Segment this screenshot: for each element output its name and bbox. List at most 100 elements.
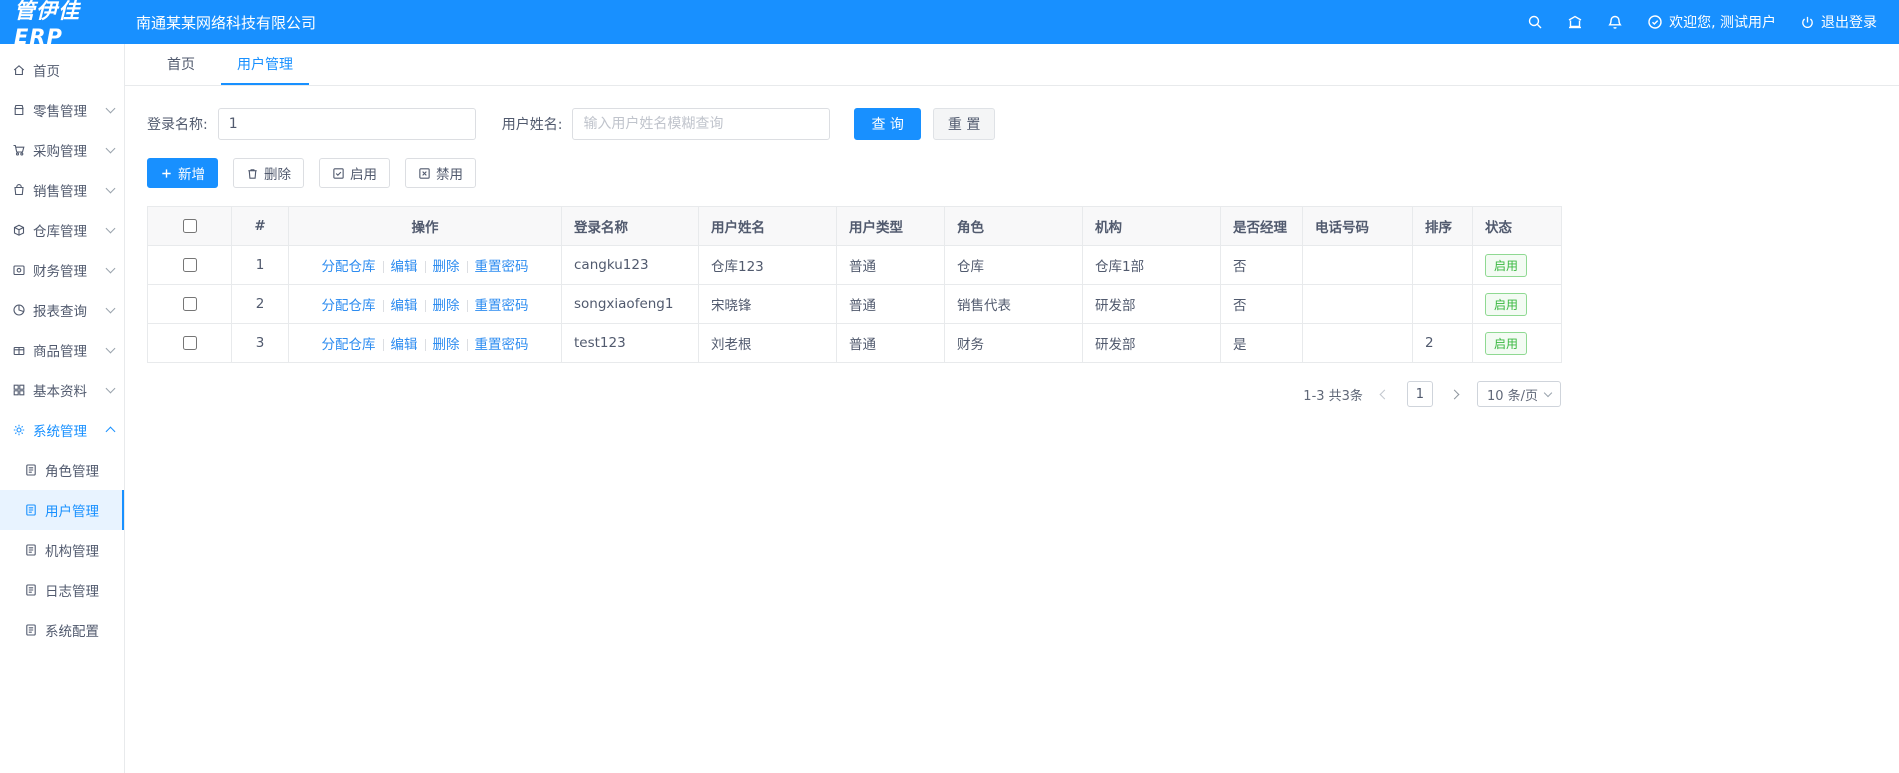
- home-icon[interactable]: [1567, 14, 1583, 30]
- enable-button-label: 启用: [350, 167, 377, 183]
- add-button-label: 新增: [178, 167, 205, 183]
- document-icon: [26, 584, 36, 596]
- assign-warehouse-link[interactable]: 分配仓库: [322, 337, 376, 353]
- search-icon[interactable]: [1527, 14, 1543, 30]
- col-login-name: 登录名称: [561, 206, 699, 246]
- reset-password-link[interactable]: 重置密码: [475, 259, 529, 275]
- sidebar-subitem-log[interactable]: 日志管理: [0, 570, 124, 610]
- status-badge[interactable]: 启用: [1485, 331, 1528, 355]
- search-button[interactable]: 查 询: [854, 108, 921, 140]
- system-submenu: 角色管理 用户管理 机构管理 日志管理 系统配置: [0, 450, 124, 650]
- row-checkbox[interactable]: [183, 336, 197, 350]
- row-checkbox[interactable]: [183, 258, 197, 272]
- app-header: 管伊佳ERP 南通某某网络科技有限公司 欢迎您, 测试用户 退出登录: [0, 0, 1899, 49]
- chevron-down-icon: [105, 383, 116, 394]
- row-index: 2: [231, 284, 289, 324]
- document-icon: [26, 504, 36, 516]
- delete-link[interactable]: 删除: [433, 337, 460, 353]
- user-name-input[interactable]: [572, 108, 831, 140]
- reset-password-link[interactable]: 重置密码: [475, 298, 529, 314]
- cell-org: 研发部: [1082, 323, 1221, 363]
- user-table: # 操作 登录名称 用户姓名 用户类型 角色 机构 是否经理 电话号码 排序 状…: [147, 206, 1562, 363]
- cell-phone: [1302, 245, 1413, 285]
- reset-password-link[interactable]: 重置密码: [475, 337, 529, 353]
- cell-sort: 2: [1412, 323, 1473, 363]
- sidebar-item-finance[interactable]: 财务管理: [0, 250, 124, 290]
- edit-link[interactable]: 编辑: [391, 298, 418, 314]
- tab-user-management[interactable]: 用户管理: [221, 44, 309, 85]
- status-badge[interactable]: 启用: [1485, 292, 1528, 316]
- col-user-name: 用户姓名: [698, 206, 837, 246]
- cell-status: 启用: [1472, 323, 1562, 363]
- divider: [382, 339, 384, 351]
- edit-link[interactable]: 编辑: [391, 337, 418, 353]
- logout-button[interactable]: 退出登录: [1800, 12, 1877, 32]
- sidebar-item-label: 报表查询: [33, 304, 87, 320]
- welcome-user[interactable]: 欢迎您, 测试用户: [1647, 12, 1776, 32]
- assign-warehouse-link[interactable]: 分配仓库: [322, 259, 376, 275]
- cell-manager: 否: [1220, 284, 1303, 324]
- prev-page-button[interactable]: [1375, 382, 1395, 406]
- main-area: 首页 用户管理 登录名称: 用户姓名: 查 询 重 置 新增: [125, 44, 1899, 773]
- sidebar-item-home[interactable]: 首页: [0, 50, 124, 90]
- sidebar-item-label: 系统管理: [33, 424, 87, 440]
- document-icon: [26, 464, 36, 476]
- delete-link[interactable]: 删除: [433, 298, 460, 314]
- basic-icon: [13, 384, 25, 396]
- sidebar-item-warehouse[interactable]: 仓库管理: [0, 210, 124, 250]
- sales-icon: [14, 184, 24, 196]
- divider: [466, 300, 468, 312]
- sidebar-item-label: 仓库管理: [33, 224, 87, 240]
- col-sort: 排序: [1412, 206, 1473, 246]
- table-header-row: # 操作 登录名称 用户姓名 用户类型 角色 机构 是否经理 电话号码 排序 状…: [147, 206, 1562, 246]
- sidebar-subitem-config[interactable]: 系统配置: [0, 610, 124, 650]
- sidebar-item-product[interactable]: 商品管理: [0, 330, 124, 370]
- warehouse-icon: [13, 224, 25, 236]
- next-page-button[interactable]: [1445, 382, 1465, 406]
- sidebar-subitem-role[interactable]: 角色管理: [0, 450, 124, 490]
- select-all-checkbox[interactable]: [183, 219, 197, 233]
- plus-icon: [162, 168, 171, 178]
- add-button[interactable]: 新增: [147, 158, 218, 188]
- divider: [466, 339, 468, 351]
- chevron-down-icon: [105, 223, 116, 234]
- col-is-manager: 是否经理: [1220, 206, 1303, 246]
- cell-org: 仓库1部: [1082, 245, 1221, 285]
- user-name-label: 用户姓名:: [501, 117, 563, 133]
- sidebar-item-purchase[interactable]: 采购管理: [0, 130, 124, 170]
- sidebar-subitem-org[interactable]: 机构管理: [0, 530, 124, 570]
- row-index: 3: [231, 323, 289, 363]
- delete-link[interactable]: 删除: [433, 259, 460, 275]
- reset-button[interactable]: 重 置: [932, 108, 996, 140]
- edit-link[interactable]: 编辑: [391, 259, 418, 275]
- disable-button[interactable]: 禁用: [405, 158, 476, 188]
- table-row: 2 分配仓库 编辑 删除 重置密码 songxiaofeng1 宋晓锋 普通 销售代表…: [147, 284, 1562, 324]
- enable-button[interactable]: 启用: [319, 158, 390, 188]
- row-operations: 分配仓库 编辑 删除 重置密码: [288, 323, 562, 363]
- sidebar-item-retail[interactable]: 零售管理: [0, 90, 124, 130]
- user-circle-icon: [1647, 14, 1663, 30]
- sidebar-item-basic[interactable]: 基本资料: [0, 370, 124, 410]
- check-square-icon: [333, 167, 344, 179]
- pagination-total: 1-3 共3条: [1303, 388, 1363, 404]
- delete-button[interactable]: 删除: [233, 158, 304, 188]
- sidebar-subitem-user[interactable]: 用户管理: [0, 490, 124, 530]
- page-size-select[interactable]: 10 条/页: [1476, 381, 1561, 407]
- sidebar-item-report[interactable]: 报表查询: [0, 290, 124, 330]
- bell-icon[interactable]: [1607, 14, 1623, 30]
- tab-home[interactable]: 首页: [151, 44, 211, 85]
- assign-warehouse-link[interactable]: 分配仓库: [322, 298, 376, 314]
- toolbar: 新增 删除 启用 禁用: [147, 158, 1899, 188]
- tab-bar: 首页 用户管理: [125, 44, 1899, 86]
- col-role: 角色: [944, 206, 1083, 246]
- sidebar-item-system[interactable]: 系统管理: [0, 410, 124, 450]
- cell-name: 刘老根: [698, 323, 837, 363]
- sidebar-item-sales[interactable]: 销售管理: [0, 170, 124, 210]
- sidebar-item-label: 零售管理: [33, 104, 87, 120]
- page-size-value: 10 条/页: [1486, 388, 1538, 404]
- row-checkbox[interactable]: [183, 297, 197, 311]
- cell-type: 普通: [836, 323, 945, 363]
- status-badge[interactable]: 启用: [1485, 253, 1528, 277]
- login-name-input[interactable]: [217, 108, 476, 140]
- page-number[interactable]: 1: [1406, 381, 1433, 407]
